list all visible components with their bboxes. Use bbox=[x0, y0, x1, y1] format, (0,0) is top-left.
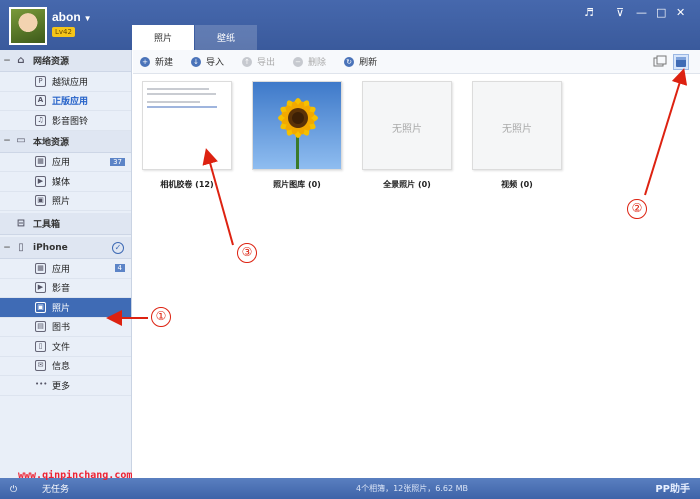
library-summary: 4个相簿，12张照片，6.62 MB bbox=[356, 484, 469, 493]
annotation-3: ③ bbox=[237, 243, 257, 263]
watermark: www.qinpinchang.com bbox=[18, 470, 133, 481]
annotation-arrows bbox=[106, 68, 688, 326]
annotation-2: ② bbox=[627, 199, 647, 219]
status-bar: ⏻ 无任务 4个相簿，12张照片，6.62 MB PP助手 bbox=[0, 478, 700, 499]
brand-logo: PP助手 bbox=[655, 484, 690, 495]
annotation-1: ① bbox=[151, 307, 171, 327]
arrow-3 bbox=[202, 148, 234, 246]
task-status[interactable]: ⏻ 无任务 bbox=[10, 482, 69, 495]
arrow-2 bbox=[644, 68, 688, 196]
power-icon: ⏻ bbox=[10, 485, 18, 495]
